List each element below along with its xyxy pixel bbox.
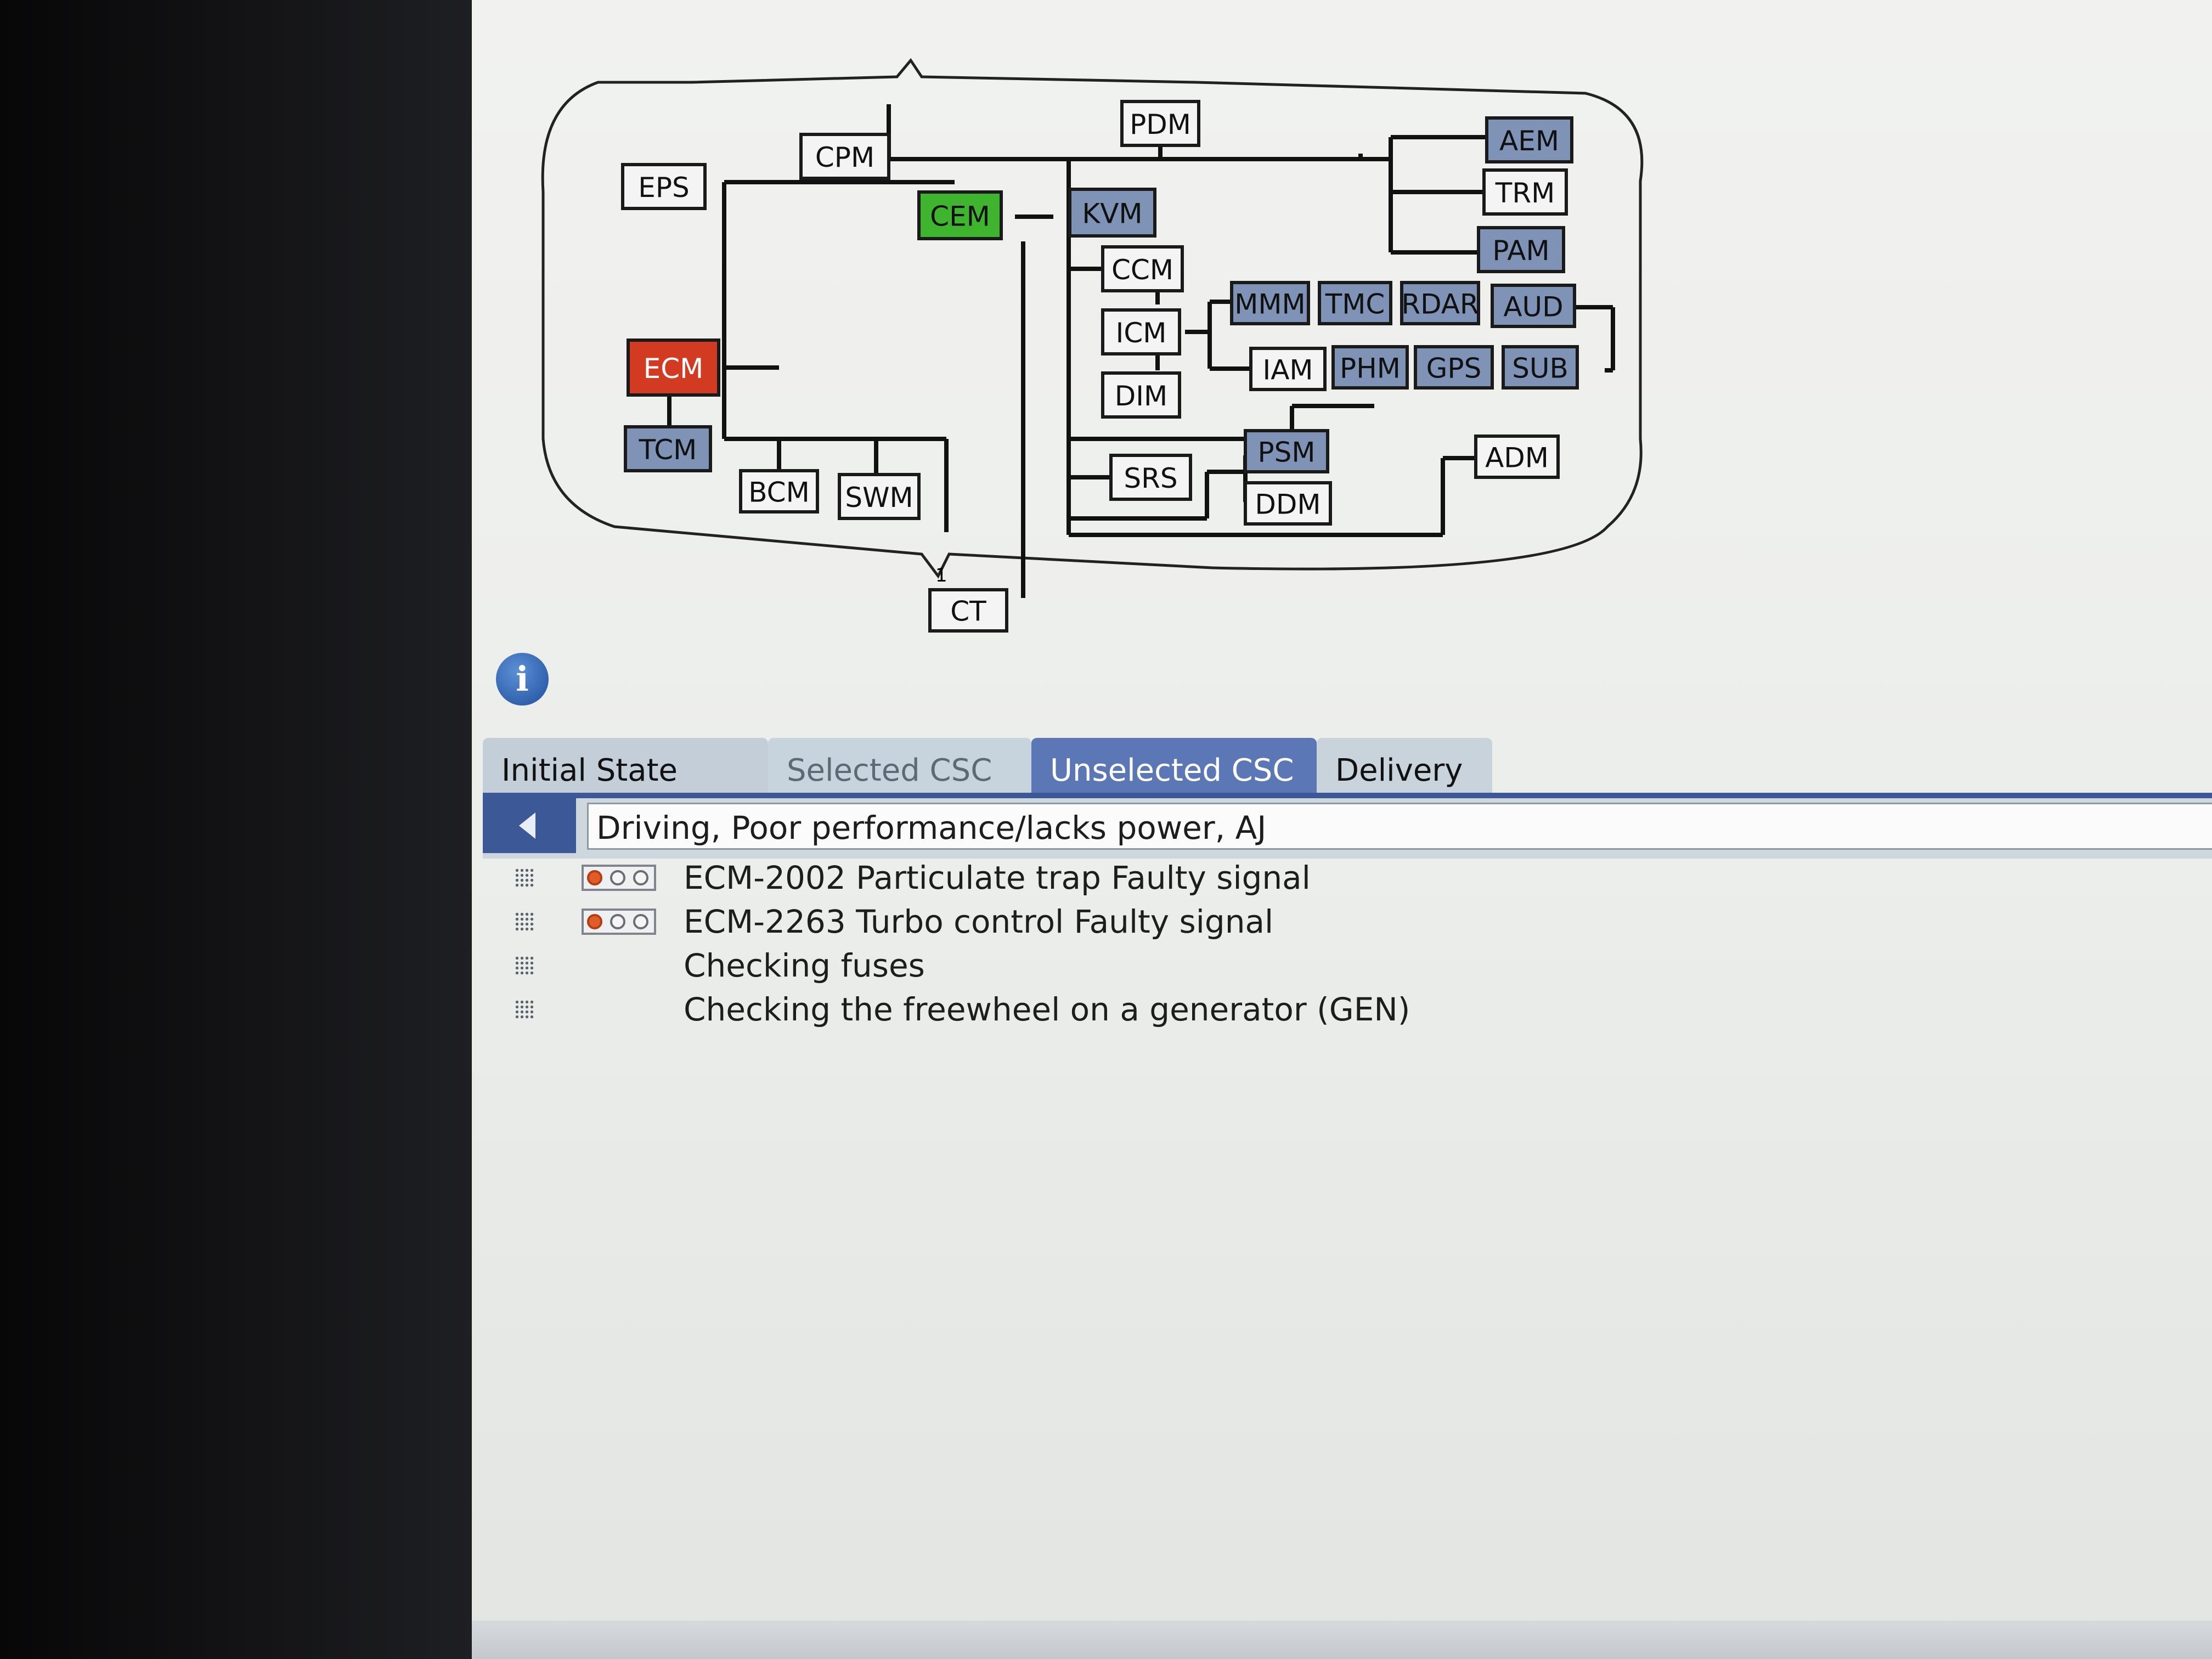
ecu-node-aem[interactable]: AEM (1485, 116, 1573, 163)
ecu-node-cpm[interactable]: CPM (799, 133, 890, 180)
list-item[interactable]: Checking fuses (472, 944, 2118, 988)
ecu-node-swm[interactable]: SWM (838, 473, 921, 520)
ecu-node-cem[interactable]: CEM (917, 190, 1003, 240)
ecu-node-dim[interactable]: DIM (1101, 371, 1181, 419)
grip-icon[interactable] (515, 912, 534, 932)
info-icon[interactable]: i (496, 653, 549, 706)
result-text: ECM-2263 Turbo control Faulty signal (684, 903, 1274, 940)
ecu-node-pam[interactable]: PAM (1477, 226, 1565, 273)
ecu-node-label: PHM (1340, 353, 1401, 385)
back-button[interactable] (483, 798, 576, 853)
ecu-node-label: AEM (1499, 125, 1559, 157)
grip-icon[interactable] (515, 1000, 534, 1019)
ecu-node-phm[interactable]: PHM (1331, 345, 1409, 390)
ecu-node-ct[interactable]: CT (928, 588, 1008, 633)
list-item[interactable]: ECM-2263 Turbo control Faulty signal (472, 900, 2118, 944)
connector-pin-label: 1 (935, 565, 947, 586)
ecu-node-label: ADM (1485, 442, 1549, 474)
ecu-node-eps[interactable]: EPS (621, 163, 707, 210)
diagnostic-screen: PDM CPM EPS CEM KVM AEM TRM PAM CCM ICM DIM MMM TMC R… (472, 0, 2212, 1659)
ecu-node-label: IAM (1262, 354, 1313, 386)
ecu-node-label: CEM (930, 201, 990, 233)
ecu-node-label: CT (950, 596, 986, 628)
ecu-node-mmm[interactable]: MMM (1230, 281, 1310, 325)
status-lights-icon (582, 865, 656, 891)
ecu-node-label: SRS (1124, 462, 1177, 494)
ecu-node-label: TRM (1495, 177, 1555, 209)
ecu-node-rdar[interactable]: RDAR (1400, 281, 1480, 325)
ecu-node-label: ECM (644, 353, 704, 385)
ecu-node-sub[interactable]: SUB (1502, 345, 1579, 390)
ecu-node-bcm[interactable]: BCM (739, 469, 819, 514)
ecu-node-label: ICM (1116, 317, 1167, 349)
ecu-node-tcm[interactable]: TCM (624, 425, 712, 472)
ecu-node-aud[interactable]: AUD (1491, 284, 1576, 328)
ecu-node-label: DDM (1255, 489, 1321, 521)
ecu-node-label: CPM (815, 142, 874, 173)
result-text: Checking fuses (684, 947, 925, 984)
ecu-node-label: SWM (845, 482, 913, 514)
ecu-node-tmc[interactable]: TMC (1318, 281, 1392, 325)
list-item[interactable]: ECM-2002 Particulate trap Faulty signal (472, 856, 2118, 900)
grip-icon[interactable] (515, 868, 534, 888)
ecu-node-label: TMC (1325, 289, 1385, 320)
ecu-node-kvm[interactable]: KVM (1068, 188, 1156, 238)
context-header: Driving, Poor performance/lacks power, A… (483, 793, 2212, 859)
ecu-node-label: CCM (1111, 254, 1173, 286)
ecu-node-label: EPS (638, 172, 689, 204)
result-list: ECM-2002 Particulate trap Faulty signal … (472, 856, 2212, 1031)
network-diagram: PDM CPM EPS CEM KVM AEM TRM PAM CCM ICM DIM MMM TMC R… (541, 58, 1644, 633)
taskbar (472, 1621, 2212, 1659)
ecu-node-label: PDM (1130, 109, 1191, 140)
ecu-node-label: DIM (1115, 380, 1167, 412)
ecu-node-label: KVM (1082, 198, 1142, 230)
ecu-node-ddm[interactable]: DDM (1244, 481, 1332, 526)
ecu-node-label: TCM (639, 434, 697, 466)
ecu-node-trm[interactable]: TRM (1482, 168, 1568, 216)
status-lights-icon (582, 909, 656, 935)
ecu-node-adm[interactable]: ADM (1474, 435, 1560, 479)
ecu-node-gps[interactable]: GPS (1414, 345, 1494, 390)
ecu-node-srs[interactable]: SRS (1109, 454, 1192, 501)
ecu-node-label: PSM (1257, 437, 1315, 469)
ecu-node-label: GPS (1426, 353, 1482, 385)
ecu-node-icm[interactable]: ICM (1101, 308, 1181, 356)
ecu-node-ccm[interactable]: CCM (1101, 245, 1184, 292)
ecu-node-label: MMM (1234, 289, 1305, 320)
ecu-node-label: PAM (1492, 235, 1549, 267)
symptom-context-field[interactable]: Driving, Poor performance/lacks power, A… (587, 803, 2212, 850)
ecu-node-label: SUB (1512, 353, 1568, 385)
ecu-node-label: BCM (748, 477, 809, 509)
result-text: ECM-2002 Particulate trap Faulty signal (684, 859, 1311, 896)
ecu-node-pdm[interactable]: PDM (1120, 100, 1200, 147)
ecu-node-label: AUD (1503, 291, 1563, 323)
monitor-bezel (0, 0, 472, 1659)
ecu-node-psm[interactable]: PSM (1244, 429, 1329, 473)
grip-icon[interactable] (515, 956, 534, 975)
result-text: Checking the freewheel on a generator (G… (684, 991, 1410, 1028)
ecu-node-iam[interactable]: IAM (1249, 347, 1327, 391)
ecu-node-ecm[interactable]: ECM (627, 338, 720, 397)
list-item[interactable]: Checking the freewheel on a generator (G… (472, 988, 2118, 1031)
ecu-node-label: RDAR (1401, 289, 1479, 320)
